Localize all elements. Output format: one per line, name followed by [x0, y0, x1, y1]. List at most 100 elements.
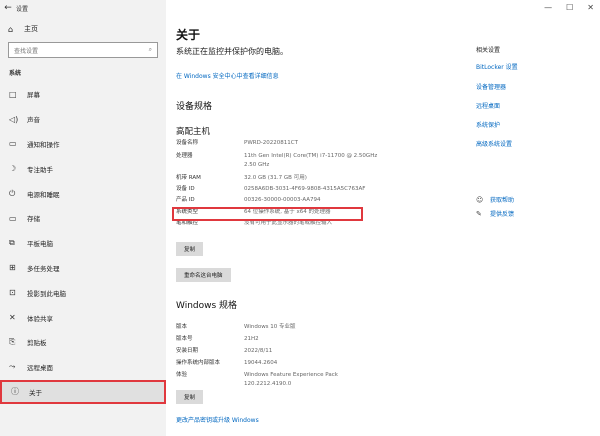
sidebar-item-1[interactable]: ◁) 声音: [0, 107, 166, 132]
spec-value: 19044.2604: [244, 360, 278, 366]
sidebar-item-icon: ▭: [9, 213, 17, 223]
sidebar-item-icon: ⓘ: [11, 387, 19, 397]
sidebar-item-3[interactable]: ☽ 专注助手: [0, 156, 166, 181]
spec-row: 版本号 21H2: [176, 335, 386, 344]
sidebar-item-label: 专注助手: [27, 165, 53, 174]
sidebar-item-label: 通知和操作: [27, 140, 60, 149]
spec-value: 0258A6DB-3031-4F69-9808-4315A5C763AF: [244, 186, 366, 192]
minimize-icon[interactable]: —: [544, 3, 552, 12]
spec-value: 21H2: [244, 336, 259, 342]
spec-row: 产品 ID 00326-30000-00003-AA794: [176, 196, 386, 205]
maximize-icon[interactable]: ☐: [566, 3, 573, 12]
help-label: 提供反馈: [490, 211, 515, 218]
sidebar-item-icon: ⏻: [9, 188, 16, 198]
sidebar-item-icon: ☽: [9, 164, 17, 174]
sidebar-item-label: 存储: [27, 215, 40, 224]
spec-key: 机带 RAM: [176, 175, 201, 181]
spec-row: 操作系统内部版本 19044.2604: [176, 359, 386, 368]
related-link-1[interactable]: 设备管理器: [476, 82, 506, 91]
spec-key: 设备 ID: [176, 186, 195, 192]
sidebar-item-label: 声音: [27, 116, 40, 125]
main-content: — ☐ ✕ 关于 系统正在监控并保护你的电脑。 在 Windows 安全中心中查…: [166, 0, 600, 436]
spec-key: 版本号: [176, 336, 193, 342]
related-link-2[interactable]: 远程桌面: [476, 101, 500, 110]
related-link-4[interactable]: 高级系统设置: [476, 139, 512, 148]
sidebar-item-label: 平板电脑: [27, 240, 53, 249]
sidebar-item-icon: ✕: [9, 313, 16, 323]
title-bar: ← 设置: [0, 0, 166, 16]
spec-row: 安装日期 2022/8/11: [176, 347, 386, 356]
spec-key: 版本: [176, 324, 188, 330]
window-controls: — ☐ ✕: [544, 3, 594, 12]
help-link-0[interactable]: ☺ 获取帮助: [476, 195, 515, 205]
app-title: 设置: [16, 5, 29, 13]
home-item[interactable]: ⌂ 主页: [0, 20, 166, 38]
spec-value: Windows 10 专业版: [244, 324, 296, 330]
sidebar-item-11[interactable]: ⤳ 远程桌面: [0, 355, 166, 380]
change-product-key-link[interactable]: 更改产品密钥或升级 Windows: [176, 415, 259, 424]
close-icon[interactable]: ✕: [587, 3, 594, 12]
spec-row: 设备 ID 0258A6DB-3031-4F69-9808-4315A5C763A…: [176, 185, 386, 194]
system-type-highlight: [172, 207, 363, 221]
sidebar-item-5[interactable]: ▭ 存储: [0, 206, 166, 231]
sidebar: ← 设置 ⌂ 主页 查找设置 ⌕ 系统 □ 屏幕 ◁) 声音 ▭ 通知和操作 ☽ 专注助手 ⏻ 电…: [0, 0, 166, 436]
spec-value: 11th Gen Intel(R) Core(TM) i7-11700 @ 2.…: [244, 153, 378, 168]
sidebar-item-label: 剪贴板: [27, 339, 47, 348]
windows-spec-title: Windows 规格: [176, 301, 238, 311]
spec-value: PWRD-20220811CT: [244, 140, 298, 146]
sidebar-item-icon: ◁): [9, 114, 19, 124]
sidebar-item-2[interactable]: ▭ 通知和操作: [0, 132, 166, 157]
spec-row: 体验 Windows Feature Experience Pack 120.22…: [176, 371, 386, 389]
device-name: 高配主机: [176, 127, 211, 137]
spec-key: 产品 ID: [176, 197, 195, 203]
search-box[interactable]: 查找设置 ⌕: [8, 42, 158, 58]
back-arrow-icon[interactable]: ←: [0, 0, 16, 16]
home-label: 主页: [24, 25, 38, 33]
sidebar-item-icon: ⤳: [9, 362, 16, 372]
monitor-text: 系统正在监控并保护你的电脑。: [176, 47, 288, 56]
copy-button[interactable]: 复制: [176, 242, 204, 256]
page-title: 关于: [176, 28, 201, 42]
spec-key: 设备名称: [176, 140, 199, 146]
sidebar-item-10[interactable]: ⎘ 剪贴板: [0, 330, 166, 355]
sidebar-item-icon: □: [9, 89, 17, 99]
security-center-link[interactable]: 在 Windows 安全中心中查看详细信息: [176, 71, 279, 80]
home-icon: ⌂: [8, 24, 14, 34]
spec-value: 00326-30000-00003-AA794: [244, 197, 321, 203]
sidebar-item-label: 关于: [29, 388, 42, 397]
sidebar-item-icon: ⎘: [9, 337, 16, 347]
copy-button-2[interactable]: 复制: [176, 390, 204, 404]
sidebar-item-8[interactable]: ⊡ 投影到此电脑: [0, 280, 166, 305]
rename-pc-button[interactable]: 重命名这台电脑: [176, 268, 231, 282]
device-spec-title: 设备规格: [176, 102, 213, 112]
spec-row: 设备名称 PWRD-20220811CT: [176, 139, 386, 148]
related-link-3[interactable]: 系统保护: [476, 120, 500, 129]
sidebar-item-label: 体验共享: [27, 314, 53, 323]
spec-key: 处理器: [176, 153, 193, 159]
help-label: 获取帮助: [490, 197, 515, 204]
spec-row: 机带 RAM 32.0 GB (31.7 GB 可用): [176, 174, 386, 183]
sidebar-item-icon: ▭: [9, 139, 17, 149]
sidebar-item-4[interactable]: ⏻ 电源和睡眠: [0, 181, 166, 206]
search-icon: ⌕: [148, 46, 152, 53]
sidebar-item-label: 投影到此电脑: [27, 289, 66, 298]
spec-row: 版本 Windows 10 专业版: [176, 323, 386, 332]
spec-key: 安装日期: [176, 348, 199, 354]
sidebar-item-label: 多任务处理: [27, 264, 60, 273]
sidebar-item-6[interactable]: ⧉ 平板电脑: [0, 231, 166, 256]
sidebar-item-12[interactable]: ⓘ 关于: [0, 379, 166, 405]
sidebar-item-icon: ⧉: [9, 238, 15, 248]
sidebar-nav: □ 屏幕 ◁) 声音 ▭ 通知和操作 ☽ 专注助手 ⏻ 电源和睡眠 ▭ 存储 ⧉ 平板电脑 ⊞ 多任务处理 ⊡ 投…: [0, 82, 166, 405]
sidebar-item-9[interactable]: ✕ 体验共享: [0, 305, 166, 330]
sidebar-item-0[interactable]: □ 屏幕: [0, 82, 166, 107]
search-placeholder: 查找设置: [14, 47, 39, 55]
spec-value: 32.0 GB (31.7 GB 可用): [244, 175, 307, 181]
chat-help-icon: ☺: [476, 195, 484, 204]
sidebar-item-icon: ⊡: [9, 288, 16, 298]
spec-value: Windows Feature Experience Pack 120.2212…: [244, 372, 338, 387]
related-link-0[interactable]: BitLocker 设置: [476, 62, 518, 71]
sidebar-item-label: 电源和睡眠: [27, 190, 60, 199]
sidebar-item-label: 远程桌面: [27, 364, 53, 373]
sidebar-item-7[interactable]: ⊞ 多任务处理: [0, 256, 166, 281]
help-link-1[interactable]: ✎ 提供反馈: [476, 209, 515, 219]
